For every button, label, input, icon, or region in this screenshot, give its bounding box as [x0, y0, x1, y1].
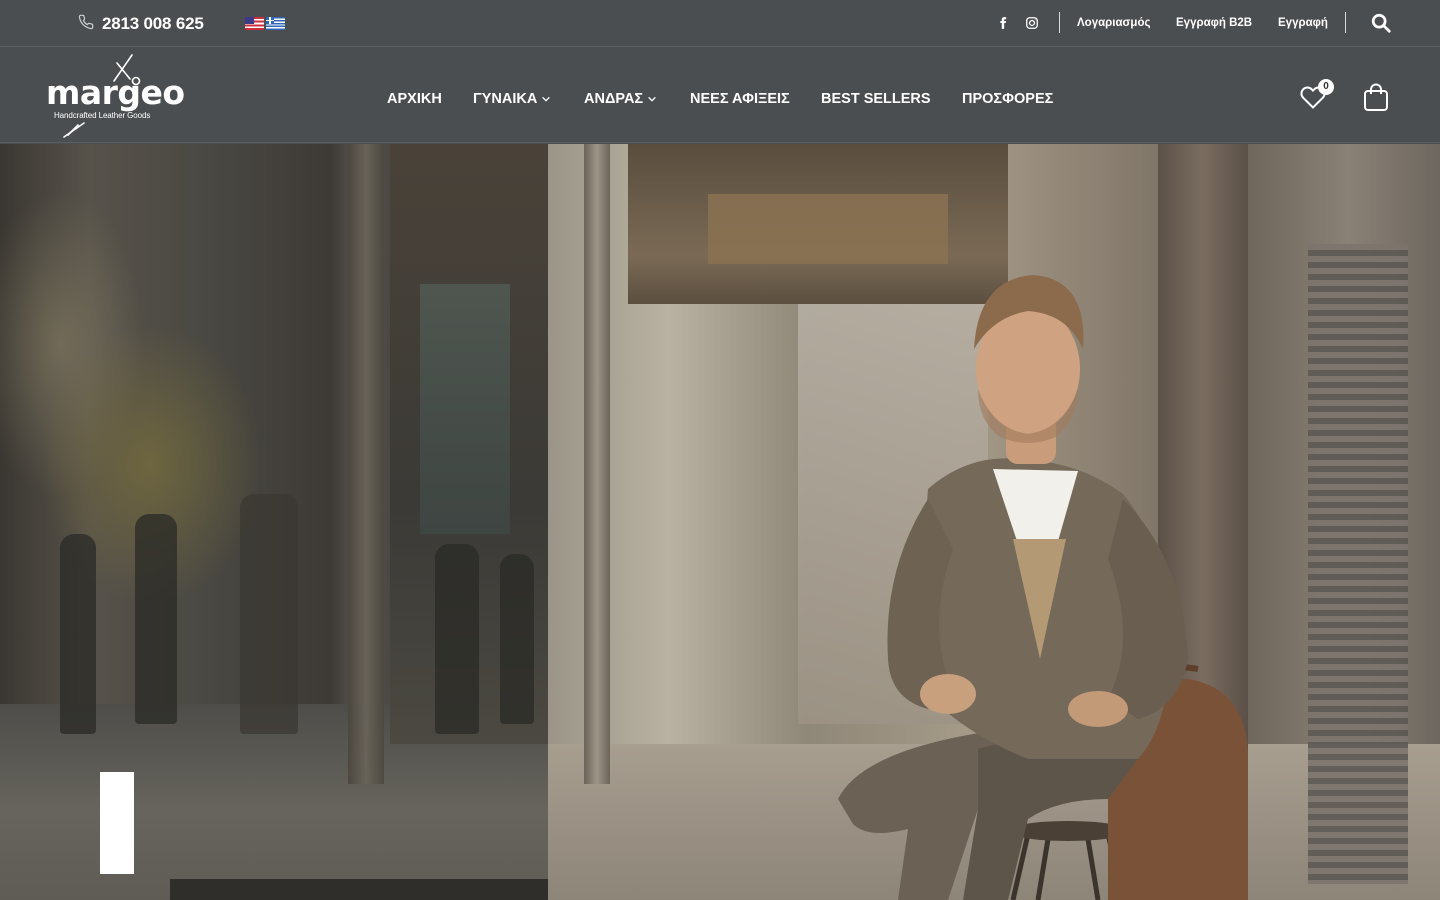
slider-placeholder-block [100, 772, 134, 874]
nav-label: ΑΝΔΡΑΣ [584, 91, 644, 107]
pedestrian [240, 494, 298, 734]
site-logo[interactable]: margeo Handcrafted Leather Goods [44, 53, 185, 139]
account-link[interactable]: Λογαριασμός [1077, 15, 1150, 31]
logo-wordmark: margeo [46, 73, 185, 112]
topbar-divider [1059, 12, 1060, 33]
metal-shutter [1308, 244, 1408, 884]
pedestrian [500, 554, 534, 724]
chevron-down-icon [648, 96, 656, 102]
instagram-icon[interactable] [1024, 15, 1040, 31]
wishlist-count-badge: 0 [1318, 79, 1334, 95]
seated-man-figure [838, 275, 1248, 900]
hero-right-image [548, 144, 1440, 900]
street-pole [584, 144, 610, 784]
nav-new-arrivals[interactable]: ΝΕΕΣ ΑΦΙΞΕΙΣ [690, 90, 790, 108]
street-pole [348, 144, 384, 784]
hero-left-image [0, 144, 548, 900]
nav-best-sellers[interactable]: BEST SELLERS [821, 90, 931, 108]
nav-label: ΑΡΧΙΚΗ [387, 91, 442, 107]
nav-women[interactable]: ΓΥΝΑΙΚΑ [473, 90, 551, 108]
search-icon[interactable] [1370, 12, 1392, 34]
nav-label: ΓΥΝΑΙΚΑ [473, 91, 538, 107]
top-bar: 2813 008 625 Λογαριασμός Εγγραφή B2B Εγγ… [0, 0, 1440, 47]
phone-icon [78, 14, 94, 35]
nav-offers[interactable]: ΠΡΟΣΦΟΡΕΣ [962, 90, 1053, 108]
phone-number[interactable]: 2813 008 625 [102, 14, 204, 34]
pedestrian [435, 544, 479, 734]
pedestrian [60, 534, 96, 734]
language-switcher[interactable] [245, 17, 285, 30]
nav-label: BEST SELLERS [821, 91, 931, 107]
shopping-bag-icon[interactable] [1362, 82, 1390, 112]
register-link[interactable]: Εγγραφή [1278, 15, 1328, 31]
pedestrian [135, 514, 177, 724]
b2b-register-link[interactable]: Εγγραφή B2B [1176, 15, 1252, 31]
logo-tagline: Handcrafted Leather Goods [54, 111, 151, 120]
nav-label: ΠΡΟΣΦΟΡΕΣ [962, 91, 1054, 107]
facebook-icon[interactable] [995, 15, 1011, 31]
nav-label: ΝΕΕΣ ΑΦΙΞΕΙΣ [690, 91, 790, 107]
en-flag-icon[interactable] [245, 17, 264, 30]
nav-men[interactable]: ΑΝΔΡΑΣ [584, 90, 657, 108]
street-curb [170, 879, 548, 900]
chevron-down-icon [542, 96, 551, 102]
nav-home[interactable]: ΑΡΧΙΚΗ [387, 90, 442, 108]
building-window [420, 284, 510, 534]
el-flag-icon[interactable] [266, 17, 285, 30]
phone-contact[interactable]: 2813 008 625 [78, 12, 204, 36]
main-header: margeo Handcrafted Leather Goods ΑΡΧΙΚΗ … [0, 48, 1440, 143]
topbar-divider [1345, 12, 1346, 33]
